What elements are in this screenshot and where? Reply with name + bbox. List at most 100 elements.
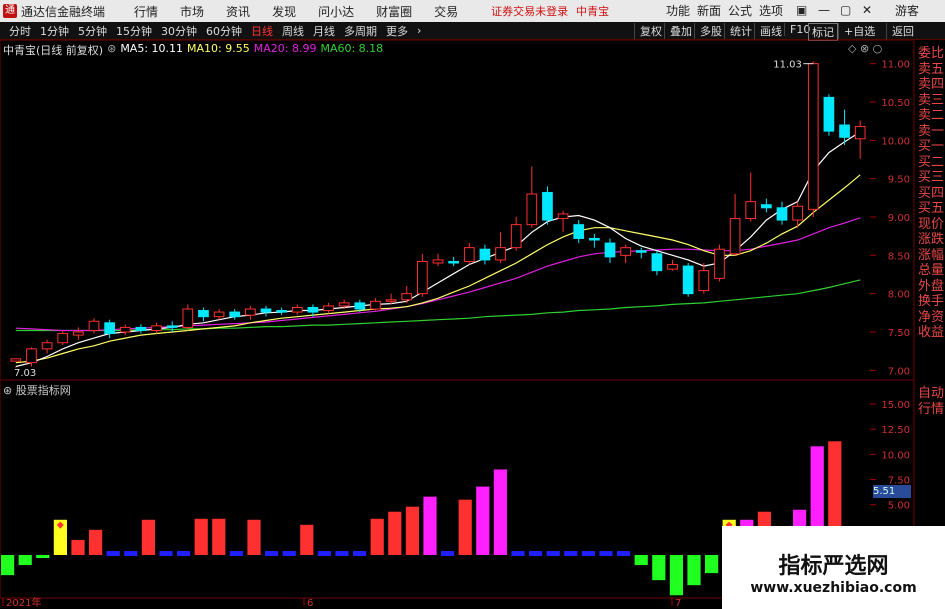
menu-caifuquan[interactable]: 财富圈 (376, 3, 412, 20)
menu-faxian[interactable]: 发现 (272, 3, 296, 20)
indicator-settings-icon[interactable]: ⊛ (3, 384, 12, 397)
sidebar-item-3[interactable]: 卖三 (918, 93, 945, 109)
sidebar-item-15[interactable]: 外盘 (918, 279, 945, 295)
indicator-bar (687, 555, 701, 586)
btn-diejia[interactable]: 叠加 (664, 23, 692, 39)
candle-body (463, 247, 475, 262)
quote-sidebar[interactable]: 委比 卖五 卖四 卖三 卖二 卖一 买一 买二 买三 买四 买五 现价 涨跌 涨幅 总量 外盘 换手 净资 收益 (918, 46, 945, 341)
high-annotation: 11.03 (773, 60, 802, 71)
menu-jiaoyi[interactable]: 交易 (434, 3, 458, 20)
window-menu-icon[interactable]: ▣ (796, 3, 807, 17)
tab-weekly[interactable]: 周线 (282, 23, 304, 39)
tab-30min[interactable]: 30分钟 (161, 23, 197, 39)
tab-5min[interactable]: 5分钟 (78, 23, 107, 39)
candle-body (182, 308, 194, 328)
btn-back[interactable]: 返回 (886, 23, 914, 39)
menu-xinmian[interactable]: 新面 (697, 0, 721, 22)
sidebar-item-10[interactable]: 买五 (918, 201, 945, 217)
sidebar-item-11[interactable]: 现价 (918, 217, 945, 233)
price-tick-label: 8.50 (888, 251, 910, 262)
candle-body (323, 305, 334, 312)
indicator-bar (353, 551, 367, 556)
menu-gongneng[interactable]: 功能 (666, 0, 690, 22)
candle-body (432, 259, 444, 264)
maximize-icon[interactable]: ▢ (840, 3, 851, 17)
menu-wenxiaoda[interactable]: 问小达 (318, 3, 354, 20)
menu-xuanxiang[interactable]: 选项 (759, 0, 783, 22)
candle-body (557, 213, 569, 220)
sidebar-item-0[interactable]: 委比 (918, 46, 945, 62)
candle-body (526, 193, 538, 226)
sidebar-item-8[interactable]: 买三 (918, 170, 945, 186)
tab-daily[interactable]: 日线 (251, 23, 273, 39)
tab-monthly[interactable]: 月线 (313, 23, 335, 39)
indicator-bar (282, 551, 296, 556)
indicator-bar (212, 518, 226, 555)
sidebar-item-4[interactable]: 卖二 (918, 108, 945, 124)
tab-more[interactable]: 更多 (386, 23, 408, 39)
btn-duogu[interactable]: 多股 (694, 23, 722, 39)
menu-zixun[interactable]: 资讯 (226, 3, 250, 20)
close-icon[interactable]: ✕ (862, 3, 872, 17)
candle-body (307, 306, 319, 313)
settings-icon[interactable]: ⊛ (107, 42, 116, 58)
candle-body (651, 253, 663, 272)
sidebar2-item-0[interactable]: 自动 (918, 386, 945, 402)
menu-gongshi[interactable]: 公式 (728, 0, 752, 22)
sidebar2-item-1[interactable]: 行情 (918, 402, 945, 418)
candle-body (57, 333, 69, 344)
sidebar-item-6[interactable]: 买一 (918, 139, 945, 155)
candle-body (745, 201, 757, 220)
sidebar-item-17[interactable]: 净资 (918, 310, 945, 326)
candle-body (166, 325, 178, 328)
candle-body (620, 247, 631, 256)
indicator-bar (317, 551, 331, 556)
menu-hangqing[interactable]: 行情 (134, 3, 158, 20)
chevron-right-icon[interactable]: › (417, 24, 421, 37)
sidebar-item-7[interactable]: 买二 (918, 155, 945, 171)
menu-shichang[interactable]: 市场 (180, 3, 204, 20)
candle-body (573, 224, 585, 239)
tab-multi-period[interactable]: 多周期 (344, 23, 377, 39)
guest-label[interactable]: 游客 (895, 0, 919, 22)
sidebar-item-1[interactable]: 卖五 (918, 62, 945, 78)
chart-controls[interactable]: ◇ ⊗ ○ (848, 42, 882, 55)
indicator-bar (36, 555, 50, 559)
candle-body (151, 325, 162, 331)
btn-f10[interactable]: F10 (784, 23, 810, 36)
btn-huaxian[interactable]: 画线 (754, 23, 782, 39)
sidebar-item-16[interactable]: 换手 (918, 294, 945, 310)
minimize-icon[interactable]: — (818, 3, 830, 17)
indicator-bar (617, 551, 631, 556)
btn-add-watchlist[interactable]: +自选 (838, 23, 875, 39)
indicator-bar (546, 551, 560, 556)
tab-60min[interactable]: 60分钟 (206, 23, 242, 39)
indicator-bar (71, 539, 85, 555)
btn-tongji[interactable]: 统计 (724, 23, 752, 39)
sidebar-item-14[interactable]: 总量 (918, 263, 945, 279)
sidebar-item-5[interactable]: 卖一 (918, 124, 945, 140)
tab-15min[interactable]: 15分钟 (116, 23, 152, 39)
auto-sidebar[interactable]: 自动 行情 (918, 386, 945, 417)
price-tick-label: 11.00 (881, 60, 910, 71)
candle-body (213, 311, 225, 318)
tab-fenshi[interactable]: 分时 (9, 23, 31, 39)
candle-body (510, 224, 522, 249)
candle-body (714, 248, 725, 279)
candle-body (448, 260, 459, 264)
candle-body (495, 247, 506, 261)
sidebar-item-9[interactable]: 买四 (918, 186, 945, 202)
sidebar-item-12[interactable]: 涨跌 (918, 232, 945, 248)
login-notice[interactable]: 证券交易未登录 (491, 3, 568, 19)
price-tick-label: 9.00 (888, 213, 910, 224)
indicator-bar (300, 524, 314, 555)
candle-body (73, 331, 84, 336)
kline-chart[interactable]: 7.00 7.50 8.00 8.50 9.00 9.50 10.00 10.50 11.00 5… (0, 40, 945, 609)
btn-biaoji[interactable]: 标记 (808, 23, 838, 41)
sidebar-item-2[interactable]: 卖四 (918, 77, 945, 93)
sidebar-item-13[interactable]: 涨幅 (918, 248, 945, 264)
sidebar-item-18[interactable]: 收益 (918, 325, 945, 341)
btn-fuquan[interactable]: 复权 (634, 23, 662, 39)
tab-1min[interactable]: 1分钟 (40, 23, 69, 39)
indicator-bar (493, 469, 507, 555)
